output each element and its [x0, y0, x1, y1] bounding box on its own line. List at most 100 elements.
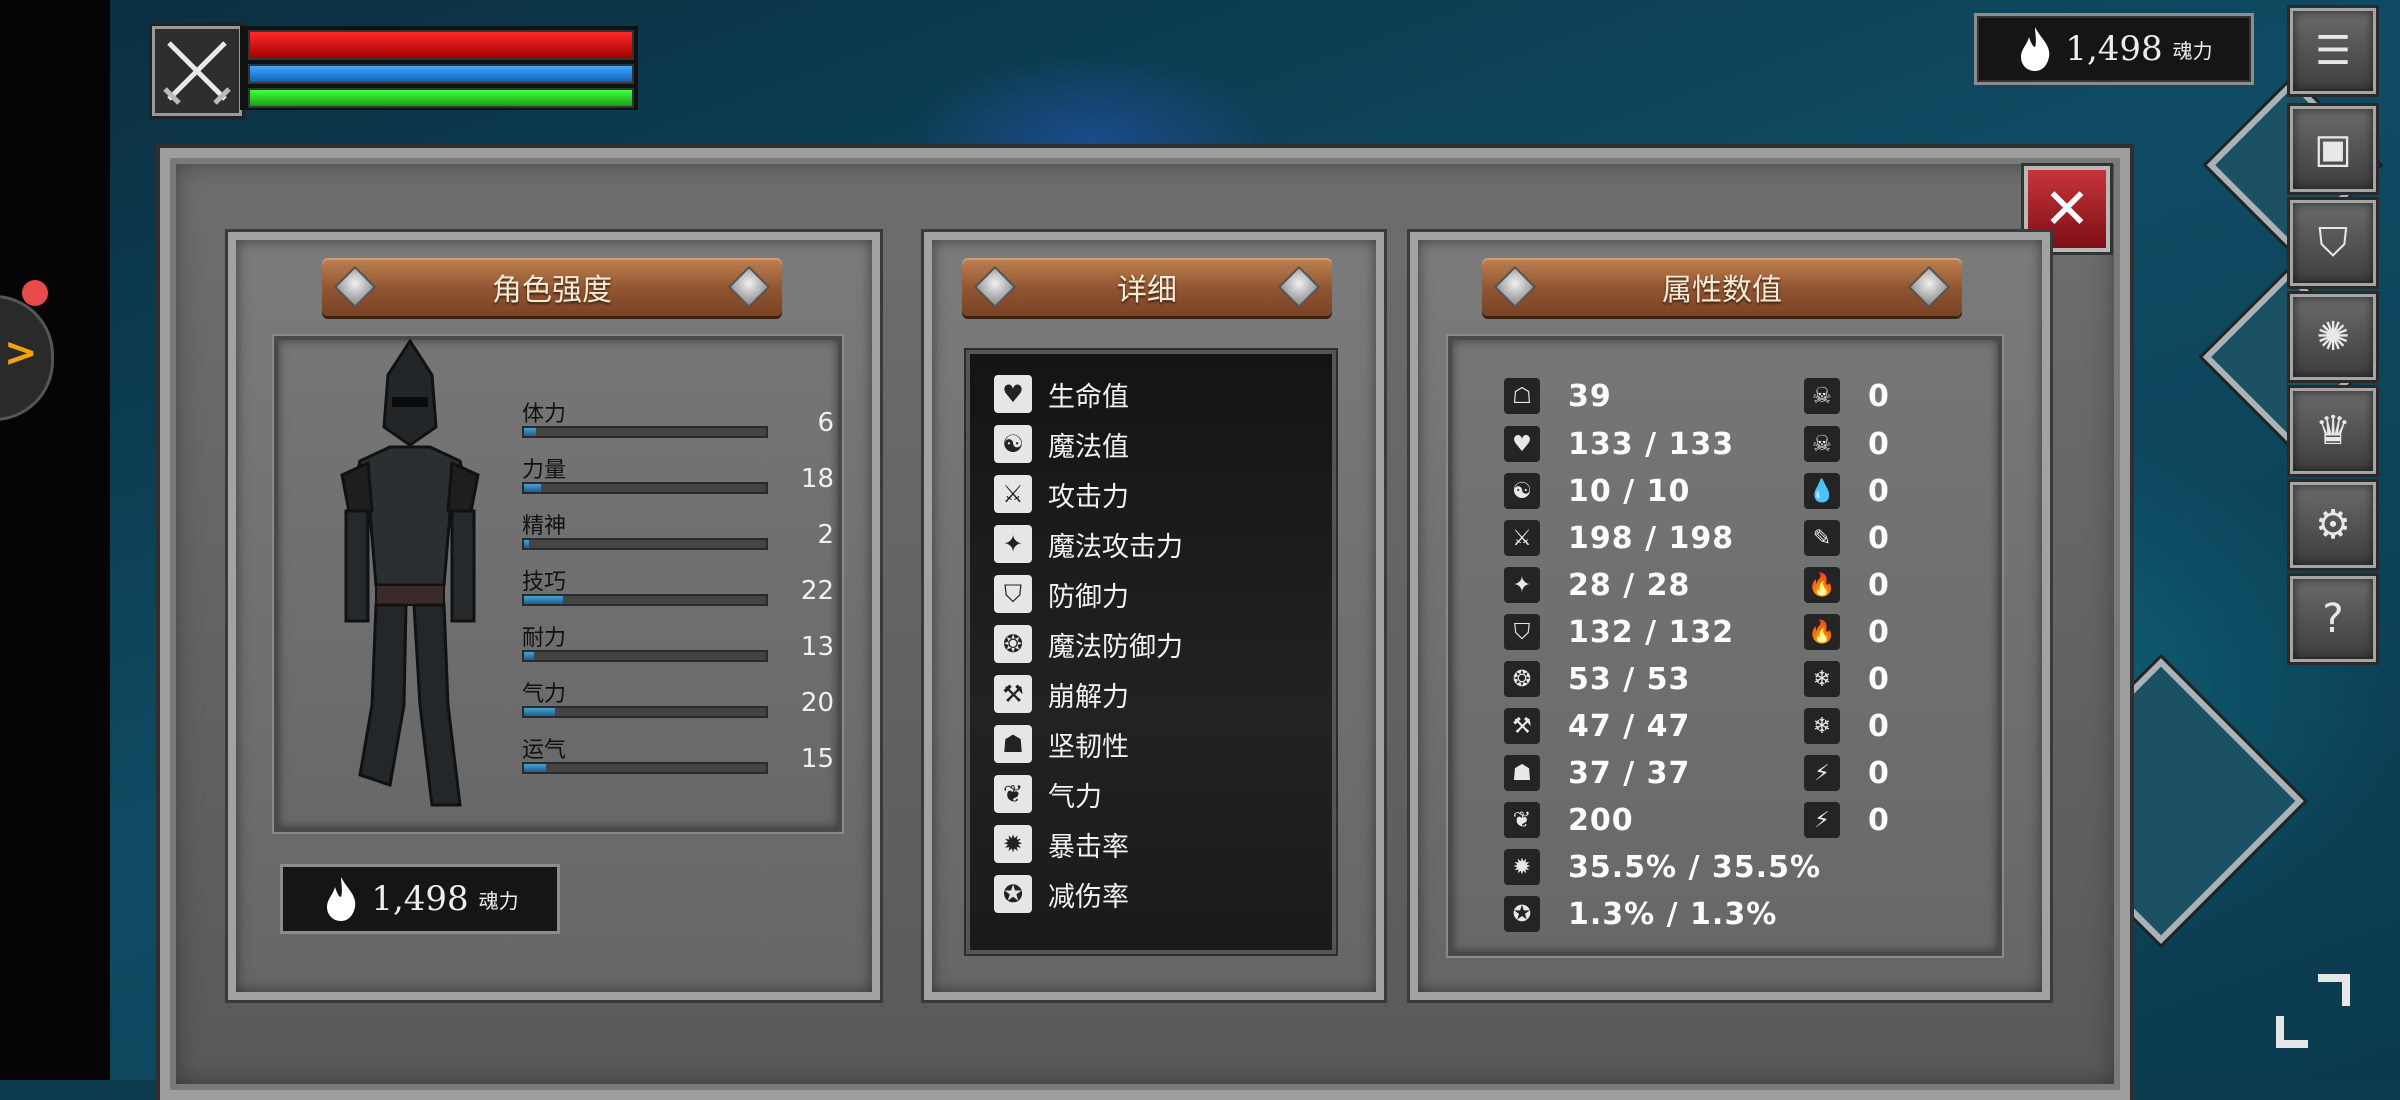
stat-value: 6: [817, 408, 834, 438]
attr-row: ☠ 0: [1804, 424, 1890, 464]
stat-row: 运气 15: [522, 732, 834, 782]
stamina-bar: [248, 88, 634, 108]
fire-resist-icon: 🔥: [1804, 614, 1840, 650]
rivet-icon: [1277, 265, 1321, 309]
detail-label: 防御力: [1048, 581, 1129, 613]
attributes-header: 属性数值: [1482, 258, 1962, 316]
mind-icon: ☯: [1504, 473, 1540, 509]
stat-bar: [522, 594, 768, 606]
lightning-resist-icon: ⚡: [1804, 802, 1840, 838]
stat-bar: [522, 650, 768, 662]
detail-row-toughness[interactable]: ☗ 坚韧性: [994, 722, 1129, 766]
stat-row: 精神 2: [522, 508, 834, 558]
detail-label: 坚韧性: [1048, 731, 1129, 763]
armor-weight-icon: ☖: [1504, 378, 1540, 414]
inventory-button[interactable]: ▣: [2290, 106, 2376, 192]
rivet-icon: [973, 265, 1017, 309]
stat-row: 耐力 13: [522, 620, 834, 670]
attr-value: 0: [1868, 755, 1890, 791]
stat-label: 力量: [522, 458, 567, 483]
attr-value: 200: [1568, 802, 1634, 838]
attr-row: ❂ 53 / 53: [1504, 659, 1690, 699]
detail-label: 减伤率: [1048, 881, 1129, 913]
attr-row: 🔥 0: [1804, 565, 1890, 605]
crown-button[interactable]: ♛: [2290, 388, 2376, 474]
detail-row-break[interactable]: ⚒ 崩解力: [994, 672, 1129, 716]
helmet-icon: ☗: [1504, 755, 1540, 791]
attr-value: 198 / 198: [1568, 520, 1735, 556]
fire-icon: 🔥: [1804, 567, 1840, 603]
attr-row: ✹ 35.5% / 35.5%: [1504, 847, 1821, 887]
attr-row: 💧 0: [1804, 471, 1890, 511]
skill-button[interactable]: ✺: [2290, 294, 2376, 380]
stat-label: 气力: [522, 682, 567, 707]
damage-reduction-icon: ✪: [994, 875, 1032, 913]
frost-resist-icon: ❄: [1804, 708, 1840, 744]
spellbook-icon: ✦: [1504, 567, 1540, 603]
detail-title: 详细: [1117, 273, 1177, 308]
attr-value: 0: [1868, 426, 1890, 462]
weapon-portrait[interactable]: [152, 26, 242, 116]
attr-row: ✪ 1.3% / 1.3%: [1504, 894, 1777, 934]
stat-label: 耐力: [522, 626, 567, 651]
detail-row-attack[interactable]: ⚔ 攻击力: [994, 472, 1129, 516]
expand-icon[interactable]: [2268, 966, 2358, 1056]
detail-label: 魔法值: [1048, 431, 1129, 463]
help-button[interactable]: ?: [2290, 576, 2376, 662]
attr-value: 0: [1868, 567, 1890, 603]
detail-row-critical[interactable]: ✹ 暴击率: [994, 822, 1129, 866]
attr-value: 0: [1868, 378, 1890, 414]
heart-icon: ♥: [1504, 426, 1540, 462]
list-icon: ☰: [2315, 28, 2351, 74]
critical-icon: ✹: [1504, 849, 1540, 885]
attr-value: 0: [1868, 802, 1890, 838]
detail-row-health[interactable]: ♥ 生命值: [994, 372, 1129, 416]
shield-icon: ⛉: [1504, 614, 1540, 650]
attr-row: ❦ 200: [1504, 800, 1634, 840]
stat-value: 22: [800, 576, 834, 606]
shield-icon: ⛉: [994, 575, 1032, 613]
detail-row-damage-reduction[interactable]: ✪ 减伤率: [994, 872, 1129, 916]
stat-bar: [522, 538, 768, 550]
rivet-icon: [727, 265, 771, 309]
detail-label: 生命值: [1048, 381, 1129, 413]
detail-label: 气力: [1048, 781, 1102, 813]
stat-label: 体力: [522, 402, 567, 427]
chevron-right-icon[interactable]: >: [4, 330, 38, 376]
stat-value: 2: [817, 520, 834, 550]
left-screen-edge: [0, 0, 110, 1080]
detail-row-defense[interactable]: ⛉ 防御力: [994, 572, 1129, 616]
hammer-icon: ⚒: [994, 675, 1032, 713]
settings-button[interactable]: ⚙: [2290, 482, 2376, 568]
crossed-swords-icon: [163, 41, 231, 105]
stat-bar-fill: [524, 428, 537, 436]
critical-icon: ✹: [994, 825, 1032, 863]
attr-row: ⚒ 47 / 47: [1504, 706, 1690, 746]
detail-row-vigor[interactable]: ❦ 气力: [994, 772, 1102, 816]
spellbook-icon: ✦: [994, 525, 1032, 563]
attr-row: ♥ 133 / 133: [1504, 424, 1734, 464]
detail-label: 魔法防御力: [1048, 631, 1183, 663]
status-bars: [240, 26, 638, 110]
detail-row-magic-defense[interactable]: ❂ 魔法防御力: [994, 622, 1183, 666]
mind-icon: ☯: [994, 425, 1032, 463]
attr-value: 28 / 28: [1568, 567, 1691, 603]
stat-bar: [522, 762, 768, 774]
question-icon: ?: [2322, 596, 2344, 642]
soul-power-value: 1,498: [2065, 29, 2163, 69]
soul-power-unit: 魂力: [478, 888, 519, 913]
stat-bar-fill: [524, 540, 529, 548]
bleed-resist-icon: ✎: [1804, 520, 1840, 556]
detail-row-magic-attack[interactable]: ✦ 魔法攻击力: [994, 522, 1183, 566]
character-strength-title: 角色强度: [492, 273, 612, 308]
detail-row-mana[interactable]: ☯ 魔法值: [994, 422, 1129, 466]
damage-reduction-icon: ✪: [1504, 896, 1540, 932]
gear-icon: ⚙: [2315, 502, 2351, 548]
attr-value: 39: [1568, 378, 1612, 414]
attr-value: 37 / 37: [1568, 755, 1691, 791]
menu-list-button[interactable]: ☰: [2290, 8, 2376, 94]
stat-value: 20: [800, 688, 834, 718]
bleed-icon: 💧: [1804, 473, 1840, 509]
armor-button[interactable]: ⛉: [2290, 200, 2376, 286]
detail-label: 崩解力: [1048, 681, 1129, 713]
